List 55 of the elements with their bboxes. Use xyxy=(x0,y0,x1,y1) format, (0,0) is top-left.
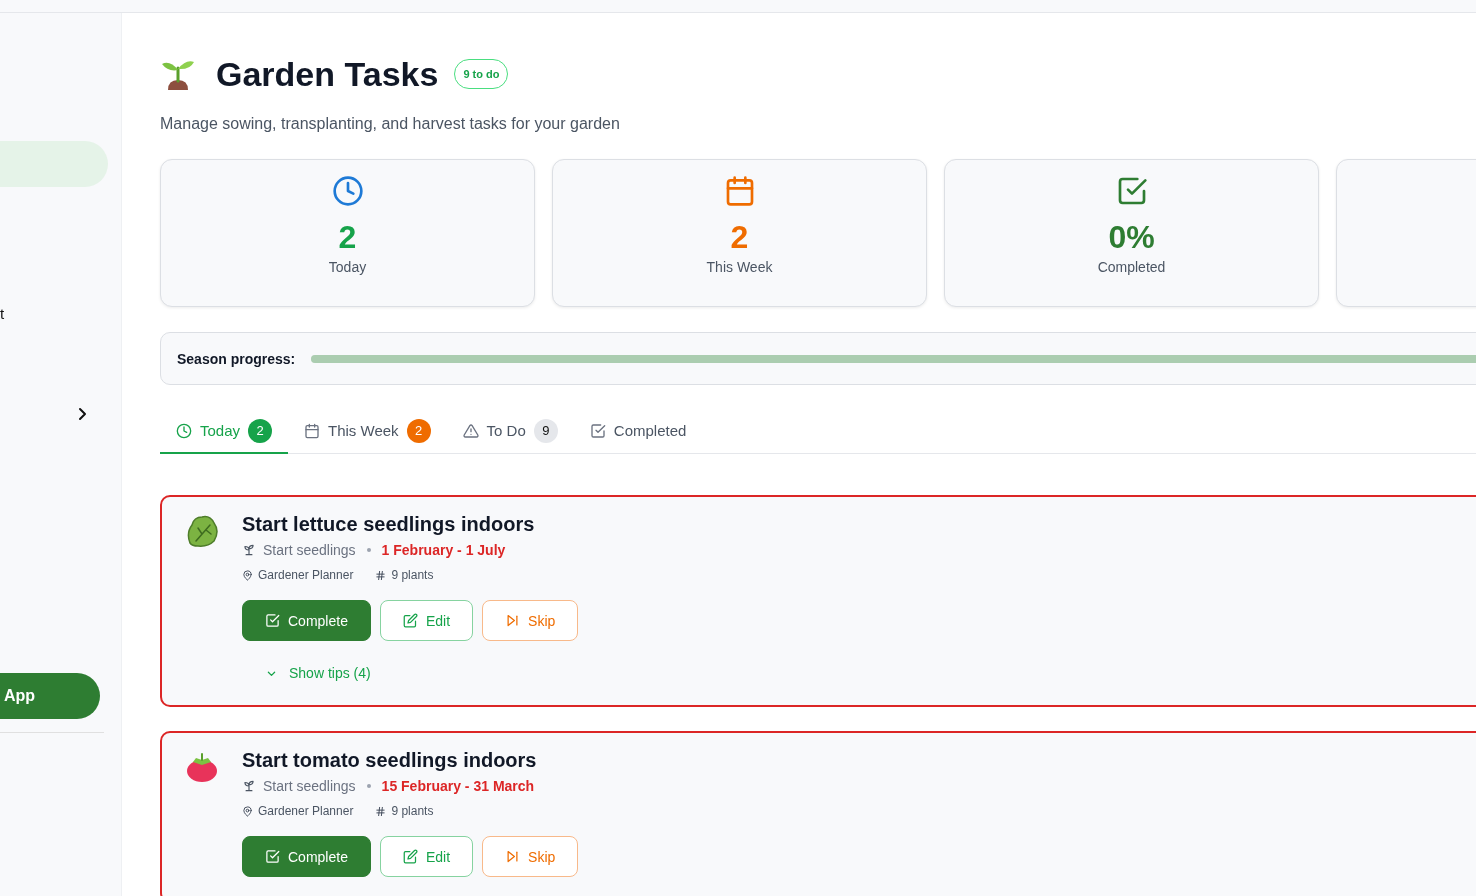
task-title: Start lettuce seedlings indoors xyxy=(242,513,536,536)
app-button[interactable]: App xyxy=(0,673,100,719)
pencil-icon xyxy=(402,613,418,628)
task-dates: 1 February - 1 July xyxy=(381,542,506,558)
edit-button[interactable]: Edit xyxy=(379,836,474,877)
hash-icon xyxy=(375,569,387,581)
clock-icon xyxy=(176,422,192,439)
sprout-icon xyxy=(242,779,256,793)
skip-button[interactable]: Skip xyxy=(482,836,579,877)
location-pin-icon xyxy=(242,569,253,581)
task-type: Start seedlings xyxy=(263,778,356,794)
tab-count: 2 xyxy=(248,418,273,443)
stat-value: 2 xyxy=(730,219,749,255)
checkbox-icon xyxy=(265,849,280,864)
task-quantity: 9 plants xyxy=(391,804,434,818)
separator-dot xyxy=(366,548,371,552)
sprout-icon xyxy=(242,543,256,557)
tab-count: 2 xyxy=(406,418,431,443)
stat-label: Completed xyxy=(1097,259,1166,275)
checkbox-icon xyxy=(265,613,280,628)
stat-value: 0% xyxy=(1108,219,1155,255)
chevron-right-icon[interactable] xyxy=(78,407,88,421)
task-location: Gardener Planner xyxy=(258,804,354,818)
pencil-icon xyxy=(402,849,418,864)
page-title: Garden Tasks xyxy=(216,54,439,94)
task-dates: 15 February - 31 March xyxy=(381,778,535,794)
skip-forward-icon xyxy=(505,849,521,864)
warning-icon xyxy=(462,422,479,439)
tab[interactable]: Completed xyxy=(573,409,703,454)
complete-button[interactable]: Complete xyxy=(242,836,371,877)
stat-label: Today xyxy=(328,259,367,275)
location-pin-icon xyxy=(242,805,253,817)
progress-label: Season progress: xyxy=(177,350,296,367)
checkbox-icon xyxy=(589,422,606,439)
skip-button[interactable]: Skip xyxy=(482,600,579,641)
separator-dot xyxy=(366,784,371,788)
nav-item[interactable]: t xyxy=(0,305,121,325)
tab[interactable]: This Week 2 xyxy=(288,409,447,454)
hash-icon xyxy=(375,805,387,817)
skip-forward-icon xyxy=(505,613,521,628)
stat-value: 2 xyxy=(338,219,357,255)
task-type: Start seedlings xyxy=(263,542,356,558)
task-location: Gardener Planner xyxy=(258,568,354,582)
show-tips-toggle[interactable]: Show tips (4) xyxy=(264,665,371,681)
page-subtitle: Manage sowing, transplanting, and harvest tasks for your garden xyxy=(160,115,621,133)
edit-button[interactable]: Edit xyxy=(379,600,474,641)
stat-label: This Week xyxy=(706,259,773,275)
tab-count: 9 xyxy=(533,418,558,443)
task-quantity: 9 plants xyxy=(391,568,434,582)
calendar-icon xyxy=(304,422,321,439)
tab[interactable]: Today 2 xyxy=(160,409,289,454)
task-title: Start tomato seedlings indoors xyxy=(242,749,538,772)
complete-button[interactable]: Complete xyxy=(242,600,371,641)
tab[interactable]: To Do 9 xyxy=(446,409,574,454)
clock-icon xyxy=(331,175,364,207)
